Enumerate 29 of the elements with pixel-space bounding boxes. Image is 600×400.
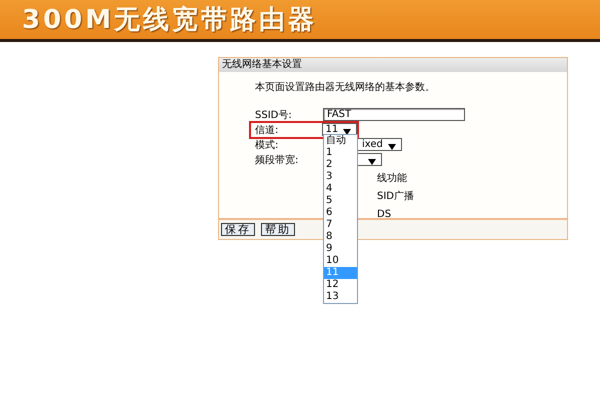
dropdown-option[interactable]: 自动 bbox=[324, 135, 357, 147]
field-label: 频段带宽: bbox=[255, 154, 300, 166]
field-label: 信道: bbox=[255, 124, 280, 136]
dropdown-option[interactable]: 9 bbox=[324, 243, 357, 255]
intro-text: 本页面设置路由器无线网络的基本参数。 bbox=[255, 80, 435, 94]
dropdown-option[interactable]: 2 bbox=[324, 159, 357, 171]
panel-title: 无线网络基本设置 bbox=[219, 58, 567, 72]
option-label: SID广播 bbox=[376, 191, 414, 203]
dropdown-option[interactable]: 13 bbox=[324, 291, 357, 303]
dropdown-arrow-icon bbox=[388, 144, 396, 150]
channel-dropdown-list[interactable]: 自动 1 2 3 4 5 6 7 8 9 10 11 12 13 bbox=[323, 134, 358, 304]
ssid-field[interactable]: FAST bbox=[323, 108, 465, 121]
dropdown-option[interactable]: 10 bbox=[324, 255, 357, 267]
dropdown-arrow-icon bbox=[368, 159, 376, 165]
action-button[interactable]: 帮助 bbox=[261, 223, 295, 236]
dropdown-option[interactable]: 12 bbox=[324, 279, 357, 291]
dropdown-option[interactable]: 8 bbox=[324, 231, 357, 243]
dropdown-option[interactable]: 7 bbox=[324, 219, 357, 231]
dropdown-arrow-icon bbox=[343, 129, 351, 135]
field-label: 模式: bbox=[255, 138, 280, 152]
field-label: SSID号: bbox=[255, 108, 293, 122]
dropdown-option[interactable]: 6 bbox=[324, 207, 357, 219]
dropdown-option[interactable]: 5 bbox=[324, 195, 357, 207]
option-label: DS bbox=[376, 209, 392, 221]
dropdown-option[interactable]: 3 bbox=[324, 171, 357, 183]
option-label: 线功能 bbox=[376, 173, 407, 185]
action-button[interactable]: 保存 bbox=[221, 223, 255, 236]
banner-title: 300M无线宽带路由器 bbox=[21, 4, 318, 36]
dropdown-option[interactable]: 4 bbox=[324, 183, 357, 195]
